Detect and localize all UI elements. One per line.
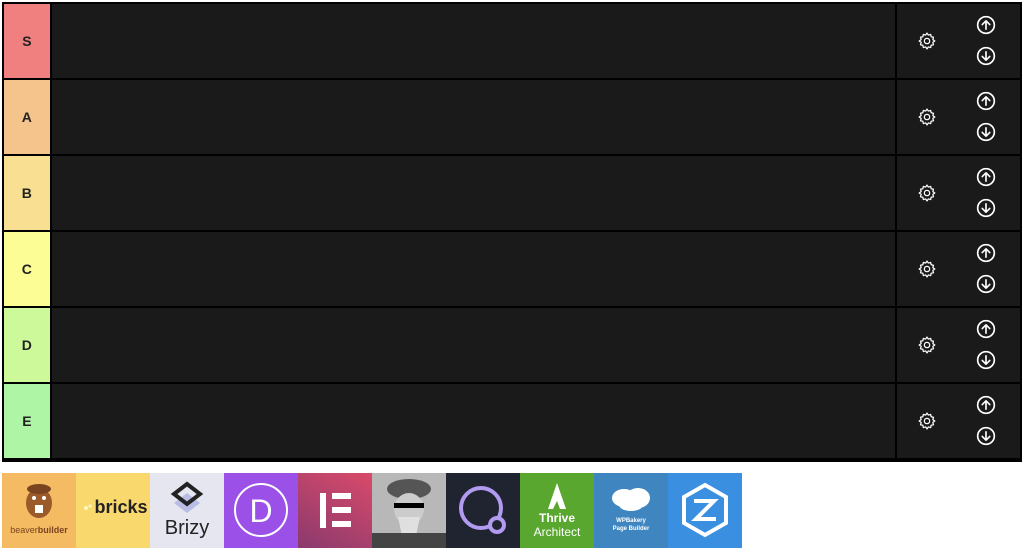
builder-caption: builder: [37, 525, 68, 535]
gutenberg-portrait-icon: [372, 473, 446, 548]
tier-label[interactable]: A: [4, 80, 50, 154]
tier-label[interactable]: D: [4, 308, 50, 382]
tier-list-board: S A B C D E: [2, 2, 1022, 462]
tier-controls: [896, 80, 1020, 154]
gear-icon[interactable]: [917, 31, 937, 51]
tier-row-c: C: [3, 231, 1021, 307]
tier-row-e: E: [3, 383, 1021, 459]
arrow-up-circle-icon[interactable]: [976, 243, 996, 263]
bricks-dots-icon: [84, 504, 92, 510]
tier-label[interactable]: E: [4, 384, 50, 458]
item-oxygen[interactable]: [446, 473, 520, 548]
unranked-items-tray: beaverbuilder bricks Brizy D Thrive Arch…: [2, 473, 742, 548]
item-elementor[interactable]: [298, 473, 372, 548]
arrow-up-circle-icon[interactable]: [976, 395, 996, 415]
item-zion-builder[interactable]: [668, 473, 742, 548]
gear-icon[interactable]: [917, 183, 937, 203]
tier-label[interactable]: B: [4, 156, 50, 230]
tier-controls: [896, 308, 1020, 382]
tier-row-s: S: [3, 3, 1021, 79]
wpbakery-caption: WPBakery: [616, 518, 646, 524]
brizy-caption: Brizy: [164, 517, 210, 539]
item-beaver-builder[interactable]: beaverbuilder: [2, 473, 76, 548]
tier-drop-zone[interactable]: [51, 4, 895, 78]
elementor-logo-icon: [320, 493, 351, 528]
arrow-down-circle-icon[interactable]: [976, 426, 996, 446]
arrow-up-circle-icon[interactable]: [976, 91, 996, 111]
gear-icon[interactable]: [917, 259, 937, 279]
zion-hexagon-icon: [682, 482, 728, 538]
arrow-down-circle-icon[interactable]: [976, 350, 996, 370]
tier-row-b: B: [3, 155, 1021, 231]
tier-controls: [896, 4, 1020, 78]
beaver-logo-icon: [26, 484, 52, 518]
item-wpbakery[interactable]: WPBakery Page Builder: [594, 473, 668, 548]
tier-controls: [896, 156, 1020, 230]
item-divi[interactable]: D: [224, 473, 298, 548]
arrow-down-circle-icon[interactable]: [976, 122, 996, 142]
gear-icon[interactable]: [917, 335, 937, 355]
oxygen-logo-icon: [459, 486, 506, 534]
tier-controls: [896, 232, 1020, 306]
tier-drop-zone[interactable]: [51, 80, 895, 154]
page-builder-caption: Page Builder: [612, 526, 650, 532]
tier-controls: [896, 384, 1020, 458]
thrive-caption: Thrive: [538, 511, 575, 525]
beaver-caption: beaver: [10, 525, 38, 535]
tier-drop-zone[interactable]: [51, 232, 895, 306]
item-gutenberg[interactable]: [372, 473, 446, 548]
arrow-down-circle-icon[interactable]: [976, 274, 996, 294]
tier-drop-zone[interactable]: [51, 384, 895, 458]
arrow-down-circle-icon[interactable]: [976, 198, 996, 218]
gear-icon[interactable]: [917, 107, 937, 127]
arrow-up-circle-icon[interactable]: [976, 319, 996, 339]
gear-icon[interactable]: [917, 411, 937, 431]
item-brizy[interactable]: Brizy: [150, 473, 224, 548]
arrow-down-circle-icon[interactable]: [976, 46, 996, 66]
tier-row-d: D: [3, 307, 1021, 383]
tier-row-a: A: [3, 79, 1021, 155]
item-bricks[interactable]: bricks: [76, 473, 150, 548]
divi-caption: D: [249, 493, 273, 529]
arrow-up-circle-icon[interactable]: [976, 167, 996, 187]
arrow-up-circle-icon[interactable]: [976, 15, 996, 35]
tier-label[interactable]: C: [4, 232, 50, 306]
item-thrive-architect[interactable]: Thrive Architect: [520, 473, 594, 548]
tier-label[interactable]: S: [4, 4, 50, 78]
wpbakery-cloud-icon: [612, 488, 650, 511]
tier-drop-zone[interactable]: [51, 156, 895, 230]
architect-caption: Architect: [533, 525, 581, 539]
tier-drop-zone[interactable]: [51, 308, 895, 382]
